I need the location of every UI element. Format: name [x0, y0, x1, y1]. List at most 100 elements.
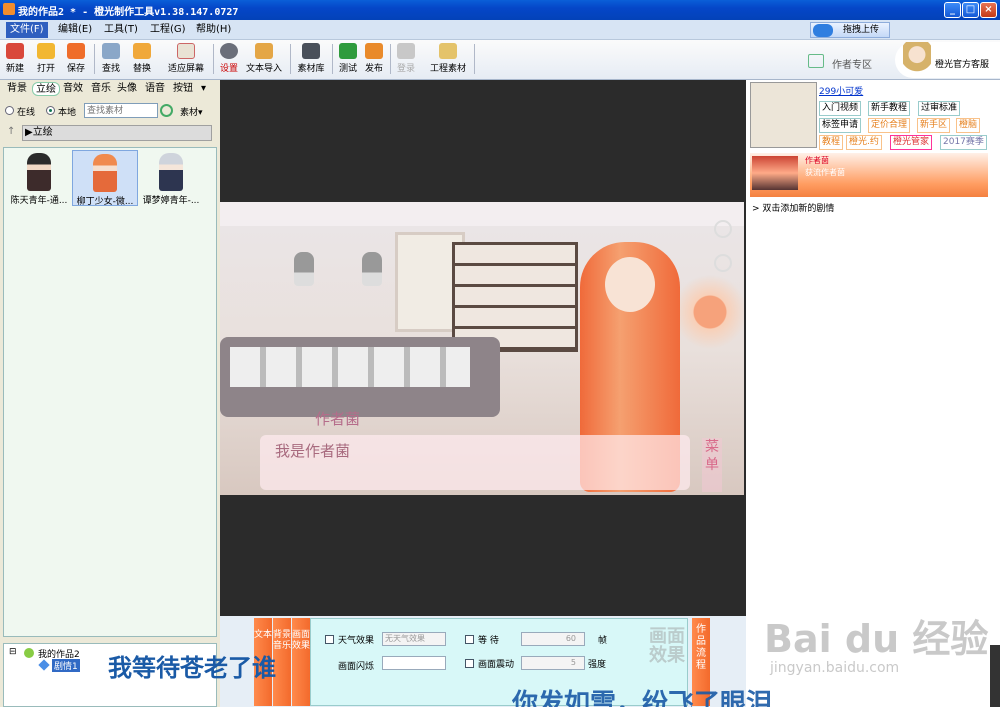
asset-item[interactable]: 柳丁少女-微... — [72, 150, 138, 207]
story-node-icon — [38, 659, 50, 671]
fit-screen-icon — [177, 43, 195, 59]
link-review-standard[interactable]: 过审标准 — [918, 101, 961, 116]
find-button[interactable]: 查找 — [99, 42, 123, 76]
link-orange-date[interactable]: 橙光.约 — [846, 135, 882, 150]
tab-avatar[interactable]: 头像 — [114, 82, 140, 96]
new-button[interactable]: 新建 — [3, 42, 27, 76]
settings-button[interactable]: 设置 — [218, 42, 240, 76]
online-radio[interactable] — [5, 106, 14, 115]
tab-portrait[interactable]: 立绘 — [32, 82, 60, 96]
featured-banner[interactable]: 作者菌 获流作者菌 — [750, 153, 988, 197]
menu-edit[interactable]: 编辑(E) — [54, 22, 96, 38]
test-run-icon — [339, 43, 357, 59]
tree-collapse-toggle[interactable]: ⊟ — [9, 647, 17, 657]
shake-strength-input[interactable]: 5 — [521, 656, 585, 670]
fit-screen-button[interactable]: 适应屏幕 — [164, 42, 208, 76]
flower-vase — [675, 272, 744, 352]
official-service-link[interactable]: 橙光官方客服 — [895, 42, 1000, 78]
menu-help[interactable]: 帮助(H) — [192, 22, 235, 38]
scene-menu-icon[interactable] — [714, 220, 732, 238]
flash-label: 画面闪烁 — [338, 662, 375, 672]
baidu-watermark: Bai du 经验 jingyan.baidu.com — [764, 617, 989, 676]
publish-button[interactable]: 发布 — [362, 42, 386, 76]
menu-file[interactable]: 文件(F) — [6, 22, 48, 38]
asset-grid: 陈天青年-通... 柳丁少女-微... 谭梦婷青年-... — [3, 147, 217, 637]
title-bar: 我的作品2 * - 橙光制作工具v1.38.147.0727 _ □ × — [0, 0, 1000, 20]
weather-label: 天气效果 — [338, 636, 375, 646]
user-name-link[interactable]: 299小可爱 — [819, 84, 863, 97]
folder-path[interactable]: ▶立绘 — [22, 125, 212, 141]
portrait-thumbnail — [159, 153, 183, 191]
up-arrow-icon[interactable]: ↑ — [7, 126, 15, 137]
tab-music[interactable]: 音乐 — [88, 82, 114, 96]
add-story-hint[interactable]: > 双击添加新的剧情 — [752, 201, 834, 214]
maximize-button[interactable]: □ — [962, 2, 979, 18]
pendant-lamp — [294, 252, 314, 286]
cushions — [230, 347, 470, 387]
scene-skip-icon[interactable] — [714, 254, 732, 272]
project-assets-button[interactable]: 工程素材 — [426, 42, 470, 76]
local-radio[interactable] — [46, 106, 55, 115]
flash-color-field[interactable] — [382, 656, 446, 670]
link-tag-apply[interactable]: 标签申请 — [819, 118, 862, 133]
text-import-icon — [255, 43, 273, 59]
app-icon — [3, 3, 15, 15]
text-import-button[interactable]: 文本导入 — [244, 42, 284, 76]
link-newbie-area[interactable]: 新手区 — [917, 118, 951, 133]
tab-screen-effect[interactable]: 画面效果 — [292, 618, 310, 706]
tab-button[interactable]: 按钮 — [170, 82, 196, 96]
asset-search-input[interactable] — [84, 103, 158, 118]
refresh-icon[interactable] — [160, 104, 173, 117]
menu-project[interactable]: 工程(G) — [146, 22, 190, 38]
local-label: 本地 — [58, 108, 77, 118]
link-beginner-tutorial[interactable]: 新手教程 — [868, 101, 911, 116]
login-button[interactable]: 登录 — [394, 42, 418, 76]
weather-checkbox[interactable] — [325, 635, 334, 644]
publish-icon — [365, 43, 383, 59]
close-button[interactable]: × — [980, 2, 997, 18]
link-intro-video[interactable]: 入门视频 — [819, 101, 862, 116]
link-orange-manager[interactable]: 橙光管家 — [890, 135, 933, 150]
ceiling — [220, 202, 744, 226]
project-assets-icon — [439, 43, 457, 59]
tab-background[interactable]: 背景 — [4, 82, 30, 96]
wait-checkbox[interactable] — [465, 635, 474, 644]
portrait-thumbnail — [93, 154, 117, 192]
overlay-caption-lyric: 你发如雪，纷飞了眼泪 — [512, 689, 773, 707]
tab-sound-effect[interactable]: 音效 — [60, 82, 86, 96]
weather-select[interactable]: 无天气效果 — [382, 632, 446, 646]
folder-path-row: ↑ ▶立绘 — [4, 125, 212, 141]
shake-checkbox[interactable] — [465, 659, 474, 668]
overlay-caption-title: 我等待苍老了谁 — [108, 653, 276, 682]
toolbar-separator — [94, 44, 95, 74]
dialog-speaker-name: 作者菌 — [315, 410, 361, 428]
save-button[interactable]: 保存 — [64, 42, 88, 76]
project-icon — [24, 648, 34, 658]
tree-child-story[interactable]: 剧情1 — [52, 659, 80, 672]
menu-tools[interactable]: 工具(T) — [100, 22, 142, 38]
category-more-dropdown[interactable]: ▾ — [198, 82, 209, 96]
tab-voice[interactable]: 语音 — [142, 82, 168, 96]
window-title: 我的作品2 * - 橙光制作工具v1.38.147.0727 — [18, 7, 239, 18]
asset-item[interactable]: 陈天青年-通... — [6, 150, 72, 206]
wait-frames-input[interactable]: 60 — [521, 632, 585, 646]
link-2017-season[interactable]: 2017赛季 — [940, 135, 987, 150]
save-icon — [67, 43, 85, 59]
open-button[interactable]: 打开 — [34, 42, 58, 76]
link-pricing[interactable]: 定价合理 — [868, 118, 911, 133]
link-orange-brain[interactable]: 橙脑 — [956, 118, 981, 133]
asset-library-button[interactable]: 素材库 — [295, 42, 327, 76]
online-label: 在线 — [17, 108, 36, 118]
drag-upload-button[interactable]: 拖拽上传 — [810, 22, 890, 38]
test-button[interactable]: 测试 — [336, 42, 360, 76]
asset-item[interactable]: 谭梦婷青年-... — [138, 150, 204, 206]
scene-menu-button[interactable]: 菜单 — [702, 438, 722, 492]
edge-scrollbar[interactable] — [990, 645, 1000, 707]
link-tutorial[interactable]: 教程 — [819, 135, 844, 150]
minimize-button[interactable]: _ — [944, 2, 961, 18]
scene-preview[interactable]: 作者菌 我是作者菌 菜单 — [220, 202, 744, 495]
new-file-icon — [6, 43, 24, 59]
toolbar-separator — [474, 44, 475, 74]
replace-button[interactable]: 替换 — [130, 42, 154, 76]
material-dropdown[interactable]: 素材▾ — [180, 105, 203, 118]
